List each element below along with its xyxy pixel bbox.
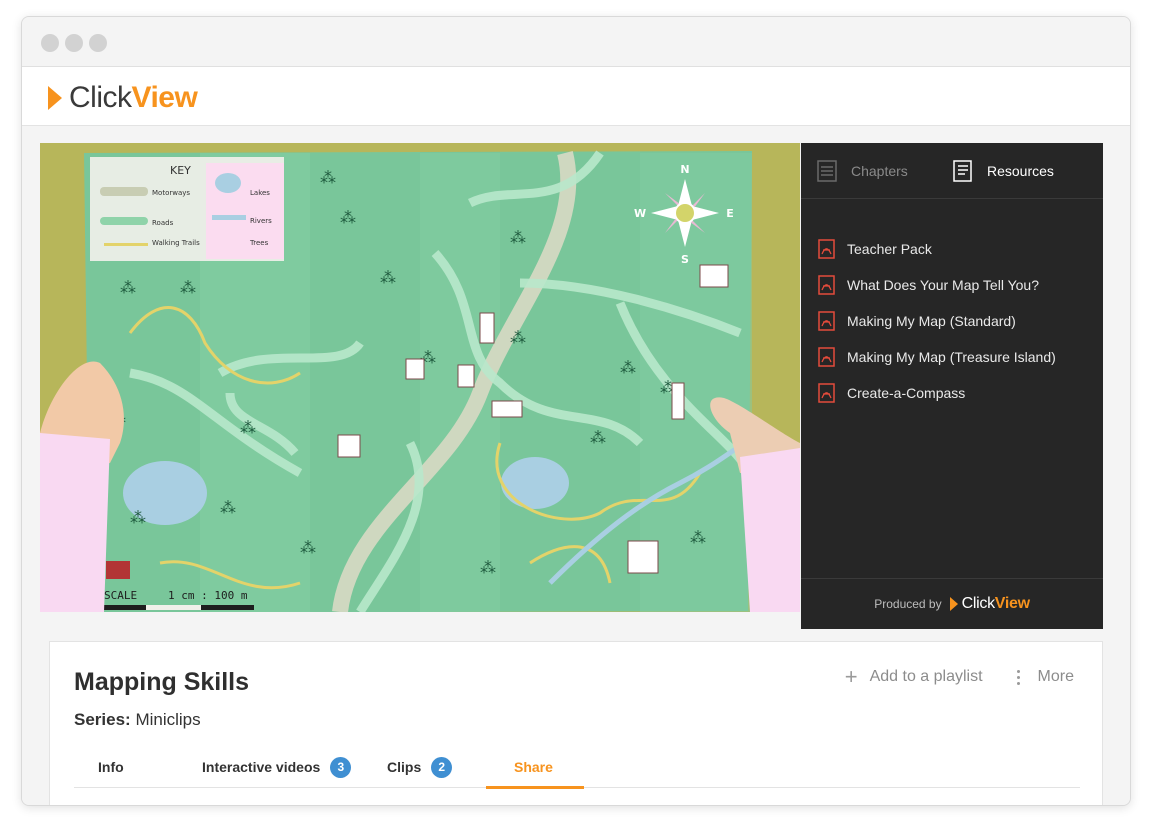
video-info-card: Mapping Skills Series: Miniclips + Add t… <box>49 641 1103 805</box>
key-rivers: Rivers <box>250 217 272 225</box>
svg-text:⁂: ⁂ <box>240 418 256 437</box>
video-frame-map: ⁂⁂⁂ ⁂⁂⁂ ⁂⁂⁂ ⁂⁂⁂ ⁂⁂⁂ ⁂⁂⁂ KEY <box>40 150 800 612</box>
tab-chapters[interactable]: Chapters <box>817 143 908 199</box>
key-motorways: Motorways <box>152 189 190 197</box>
resource-label: What Does Your Map Tell You? <box>847 277 1039 293</box>
svg-text:⁂: ⁂ <box>510 228 526 247</box>
svg-text:⁂: ⁂ <box>180 278 196 297</box>
produced-by-footer: Produced by ClickView <box>801 578 1103 629</box>
interactive-videos-count-badge: 3 <box>330 756 352 778</box>
svg-text:⁂: ⁂ <box>130 508 146 527</box>
resource-create-a-compass[interactable]: Create-a-Compass <box>817 375 1056 411</box>
resource-teacher-pack[interactable]: Teacher Pack <box>817 231 1056 267</box>
svg-text:⁂: ⁂ <box>690 528 706 547</box>
resource-list: Teacher Pack What Does Your Map Tell You… <box>817 231 1056 411</box>
chapters-list-icon <box>817 160 837 182</box>
more-vertical-icon <box>1016 668 1020 686</box>
logo-wordmark: ClickView <box>69 81 198 114</box>
video-side-panel: Chapters Resources Teacher Pack What Doe… <box>801 143 1103 629</box>
tab-resources-label: Resources <box>987 163 1054 179</box>
resource-label: Create-a-Compass <box>847 385 966 401</box>
series-label: Series: <box>74 710 131 729</box>
map-scale-label: SCALE <box>104 589 137 602</box>
active-tab-underline <box>486 786 584 789</box>
svg-text:⁂: ⁂ <box>620 358 636 377</box>
svg-text:⁂: ⁂ <box>340 208 356 227</box>
svg-text:⁂: ⁂ <box>480 558 496 577</box>
page-content: ⁂⁂⁂ ⁂⁂⁂ ⁂⁂⁂ ⁂⁂⁂ ⁂⁂⁂ ⁂⁂⁂ KEY <box>22 126 1130 805</box>
svg-text:⁂: ⁂ <box>510 328 526 347</box>
svg-text:⁂: ⁂ <box>120 278 136 297</box>
svg-text:⁂: ⁂ <box>320 168 336 187</box>
browser-titlebar <box>22 17 1130 67</box>
svg-text:⁂: ⁂ <box>220 498 236 517</box>
video-actions: + Add to a playlist More <box>811 664 1074 689</box>
pdf-icon <box>818 275 835 295</box>
svg-text:E: E <box>726 207 734 220</box>
add-to-playlist-button[interactable]: + Add to a playlist <box>844 664 983 689</box>
more-button[interactable]: More <box>1016 668 1074 686</box>
svg-text:S: S <box>681 253 689 266</box>
tab-resources[interactable]: Resources <box>953 143 1054 199</box>
tab-share-label: Share <box>514 759 553 775</box>
add-to-playlist-label: Add to a playlist <box>869 668 983 685</box>
svg-text:W: W <box>634 207 646 220</box>
map-scale-text: 1 cm : 100 m <box>168 589 248 602</box>
window-maximize-dot[interactable] <box>89 34 107 52</box>
tab-info[interactable]: Info <box>98 746 124 788</box>
tab-clips-label: Clips <box>387 759 422 775</box>
tab-info-label: Info <box>98 759 124 775</box>
resource-what-does-your-map-tell-you[interactable]: What Does Your Map Tell You? <box>817 267 1056 303</box>
tab-chapters-label: Chapters <box>851 163 908 179</box>
footer-logo-wordmark: ClickView <box>961 595 1030 612</box>
tab-interactive-videos[interactable]: Interactive videos 3 <box>202 746 352 788</box>
resource-label: Making My Map (Standard) <box>847 313 1016 329</box>
produced-by-label: Produced by <box>874 597 942 611</box>
svg-text:⁂: ⁂ <box>590 428 606 447</box>
plus-icon: + <box>844 664 858 689</box>
key-roads: Roads <box>152 219 174 227</box>
key-lakes: Lakes <box>250 189 270 197</box>
pdf-icon <box>818 383 835 403</box>
pdf-icon <box>818 347 835 367</box>
video-title: Mapping Skills <box>74 668 250 696</box>
series-line: Series: Miniclips <box>74 710 201 730</box>
series-link[interactable]: Miniclips <box>135 710 200 729</box>
clickview-logo[interactable]: ClickView <box>48 81 198 115</box>
window-minimize-dot[interactable] <box>65 34 83 52</box>
more-label: More <box>1037 668 1074 685</box>
info-tabs: Info Interactive videos 3 Clips 2 Share <box>74 746 1080 789</box>
clips-count-badge: 2 <box>431 756 453 778</box>
map-key-title: KEY <box>170 164 191 177</box>
tab-clips[interactable]: Clips 2 <box>387 746 453 788</box>
footer-clickview-logo[interactable]: ClickView <box>949 595 1030 613</box>
resource-making-my-map-standard[interactable]: Making My Map (Standard) <box>817 303 1056 339</box>
resources-doc-icon <box>953 160 972 182</box>
footer-logo-play-icon <box>949 597 958 611</box>
resource-label: Making My Map (Treasure Island) <box>847 349 1056 365</box>
site-header: ClickView <box>22 67 1130 126</box>
browser-window: ClickView ⁂ ⁂ ⁂ ⁂ ⁂ ⁂ ⁂ ⁂ ⁂ ⁂ ⁂ ⁂ ⁂ ⁂ ⁂ … <box>21 16 1131 806</box>
key-trees: Trees <box>249 239 269 247</box>
resource-making-my-map-treasure-island[interactable]: Making My Map (Treasure Island) <box>817 339 1056 375</box>
key-walking-trails: Walking Trails <box>152 239 200 247</box>
logo-play-icon <box>48 86 62 110</box>
svg-text:⁂: ⁂ <box>380 268 396 287</box>
tab-share[interactable]: Share <box>514 746 553 788</box>
svg-text:N: N <box>680 163 689 176</box>
window-close-dot[interactable] <box>41 34 59 52</box>
svg-text:⁂: ⁂ <box>300 538 316 557</box>
pdf-icon <box>818 311 835 331</box>
pdf-icon <box>818 239 835 259</box>
side-panel-tabs: Chapters Resources <box>801 143 1103 199</box>
tab-interactive-videos-label: Interactive videos <box>202 759 321 775</box>
resource-label: Teacher Pack <box>847 241 932 257</box>
video-player[interactable]: ⁂⁂⁂ ⁂⁂⁂ ⁂⁂⁂ ⁂⁂⁂ ⁂⁂⁂ ⁂⁂⁂ KEY <box>40 143 800 612</box>
